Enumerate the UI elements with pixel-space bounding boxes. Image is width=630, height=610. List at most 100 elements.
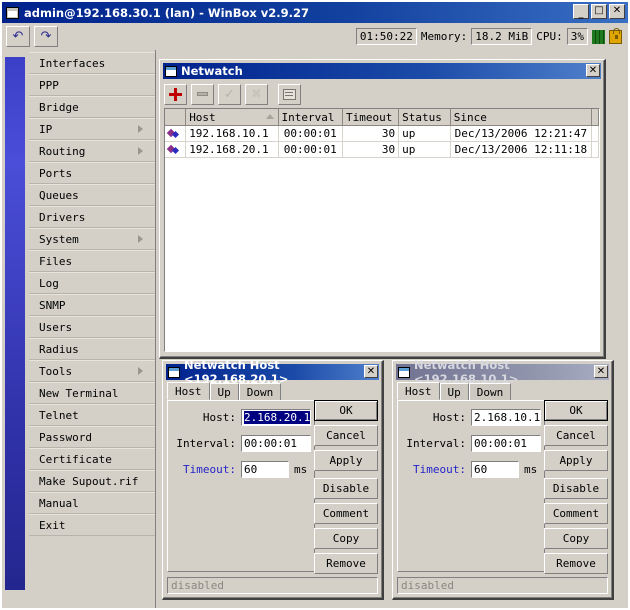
cancel-button[interactable]: Cancel [314, 425, 378, 446]
main-toolbar: ↶ ↷ 01:50:22 Memory: 18.2 MiB CPU: 3% [2, 23, 628, 50]
host-input[interactable]: 2.168.10.1 [471, 408, 541, 426]
sidebar-item-log[interactable]: Log [29, 272, 155, 294]
col-host[interactable]: Host [185, 109, 279, 126]
sidebar-item-new-terminal[interactable]: New Terminal [29, 382, 155, 404]
col-since[interactable]: Since [450, 109, 593, 126]
window-controls: _ □ ✕ [573, 4, 625, 19]
ok-button[interactable]: OK [544, 400, 608, 421]
netwatch-window-inner: Netwatch ✕ ✓ ✖ Host Interval Timeout Sta… [160, 60, 604, 357]
sidebar-item-telnet[interactable]: Telnet [29, 404, 155, 426]
copy-button[interactable]: Copy [544, 528, 608, 549]
netwatch-table: Host Interval Timeout Status Since 192.1… [165, 109, 599, 158]
sidebar-item-drivers[interactable]: Drivers [29, 206, 155, 228]
remove-button[interactable]: Remove [544, 553, 608, 574]
netwatch-close-button[interactable]: ✕ [586, 64, 600, 77]
disable-button[interactable]: Disable [314, 478, 378, 499]
sidebar-item-routing[interactable]: Routing [29, 140, 155, 162]
sidebar-item-radius[interactable]: Radius [29, 338, 155, 360]
timeout-input[interactable]: 60 [241, 460, 289, 478]
tab-down[interactable]: Down [238, 383, 282, 400]
copy-button[interactable]: Copy [314, 528, 378, 549]
dialog2-inner: Netwatch Host <192.168.10.1> ✕ Host Up D… [393, 358, 612, 598]
sidebar-item-certificate[interactable]: Certificate [29, 448, 155, 470]
comment-button[interactable] [278, 83, 301, 105]
tab-host[interactable]: Host [167, 382, 210, 400]
table-row[interactable]: 192.168.20.1 00:00:01 30 up Dec/13/2006 12:1… [165, 141, 599, 158]
sidebar-item-ports[interactable]: Ports [29, 162, 155, 184]
dialog2-close-button[interactable]: ✕ [594, 365, 608, 378]
redo-button[interactable]: ↷ [34, 26, 58, 47]
timeout-label: Timeout: [413, 462, 466, 476]
tab-down[interactable]: Down [468, 383, 512, 400]
interval-input[interactable]: 00:00:01 [471, 434, 541, 452]
disable-button[interactable]: ✖ [245, 83, 268, 105]
maximize-button[interactable]: □ [591, 4, 607, 19]
sidebar-item-label: Drivers [39, 210, 86, 224]
netwatch-host-dialog-inactive: Netwatch Host <192.168.10.1> ✕ Host Up D… [392, 358, 614, 600]
comment-button[interactable]: Comment [314, 503, 378, 524]
apply-button[interactable]: Apply [314, 450, 378, 471]
sidebar-item-label: Files [39, 254, 73, 268]
col-timeout[interactable]: Timeout [342, 109, 400, 126]
sidebar-item-label: New Terminal [39, 386, 119, 400]
sidebar-item-interfaces[interactable]: Interfaces [29, 52, 155, 74]
sidebar-item-ppp[interactable]: PPP [29, 74, 155, 96]
add-button[interactable] [164, 83, 187, 105]
cell-filler [591, 141, 599, 158]
dialog1-tabs: Host Up Down [167, 382, 378, 400]
dialog1-titlebar: Netwatch Host <192.168.20.1> ✕ [166, 358, 379, 386]
dialog1-status-bar: disabled [167, 577, 378, 594]
remove-button[interactable]: Remove [314, 553, 378, 574]
sidebar-item-make-supout-rif[interactable]: Make Supout.rif [29, 470, 155, 492]
sidebar-item-ip[interactable]: IP [29, 118, 155, 140]
cancel-button[interactable]: Cancel [544, 425, 608, 446]
interval-input-value: 00:00:01 [244, 436, 297, 450]
close-button[interactable]: ✕ [609, 4, 625, 19]
host-entry-icon [168, 129, 179, 138]
timeout-input-value: 60 [474, 462, 488, 476]
cell-timeout: 30 [342, 141, 400, 158]
sidebar-item-system[interactable]: System [29, 228, 155, 250]
uptime-field: 01:50:22 [355, 28, 417, 45]
host-input[interactable]: 2.168.20.1 [241, 408, 311, 426]
cpu-label: CPU: [536, 30, 563, 43]
col-interval[interactable]: Interval [278, 109, 344, 126]
tab-host[interactable]: Host [397, 382, 440, 400]
col-status[interactable]: Status [398, 109, 451, 126]
remove-button[interactable] [191, 83, 214, 105]
minimize-button[interactable]: _ [573, 4, 589, 19]
dialog1-close-button[interactable]: ✕ [364, 365, 378, 378]
sidebar-item-label: Make Supout.rif [39, 474, 139, 488]
undo-arrow-icon: ↶ [12, 29, 24, 44]
table-row[interactable]: 192.168.10.1 00:00:01 30 up Dec/13/2006 12:2… [165, 125, 599, 142]
dialog1-timeout-row: Timeout: 60 ms [168, 459, 314, 479]
sidebar-item-queues[interactable]: Queues [29, 184, 155, 206]
netwatch-host-list[interactable]: Host Interval Timeout Status Since 192.1… [164, 108, 600, 352]
sidebar-item-users[interactable]: Users [29, 316, 155, 338]
sidebar-item-exit[interactable]: Exit [29, 514, 155, 536]
tab-up[interactable]: Up [439, 383, 469, 400]
disable-button[interactable]: Disable [544, 478, 608, 499]
sidebar-item-bridge[interactable]: Bridge [29, 96, 155, 118]
netwatch-toolbar: ✓ ✖ [164, 82, 301, 106]
sidebar-item-password[interactable]: Password [29, 426, 155, 448]
cell-since: Dec/13/2006 12:11:18 [450, 141, 593, 158]
host-label: Host: [432, 410, 466, 424]
sidebar-item-manual[interactable]: Manual [29, 492, 155, 514]
sidebar-item-label: Exit [39, 518, 66, 532]
comment-button[interactable]: Comment [544, 503, 608, 524]
sidebar-item-snmp[interactable]: SNMP [29, 294, 155, 316]
ok-button[interactable]: OK [314, 400, 378, 421]
sidebar-item-label: IP [39, 122, 53, 136]
sidebar-item-files[interactable]: Files [29, 250, 155, 272]
page-title: admin@192.168.30.1 (lan) - WinBox v2.9.2… [24, 5, 310, 20]
dialog2-timeout-row: Timeout: 60 ms [398, 459, 544, 479]
undo-button[interactable]: ↶ [6, 26, 30, 47]
sidebar-item-tools[interactable]: Tools [29, 360, 155, 382]
timeout-input[interactable]: 60 [471, 460, 519, 478]
apply-button[interactable]: Apply [544, 450, 608, 471]
interval-input[interactable]: 00:00:01 [241, 434, 311, 452]
netwatch-title-text: Netwatch [181, 64, 243, 78]
tab-up[interactable]: Up [209, 383, 239, 400]
enable-button[interactable]: ✓ [218, 83, 241, 105]
